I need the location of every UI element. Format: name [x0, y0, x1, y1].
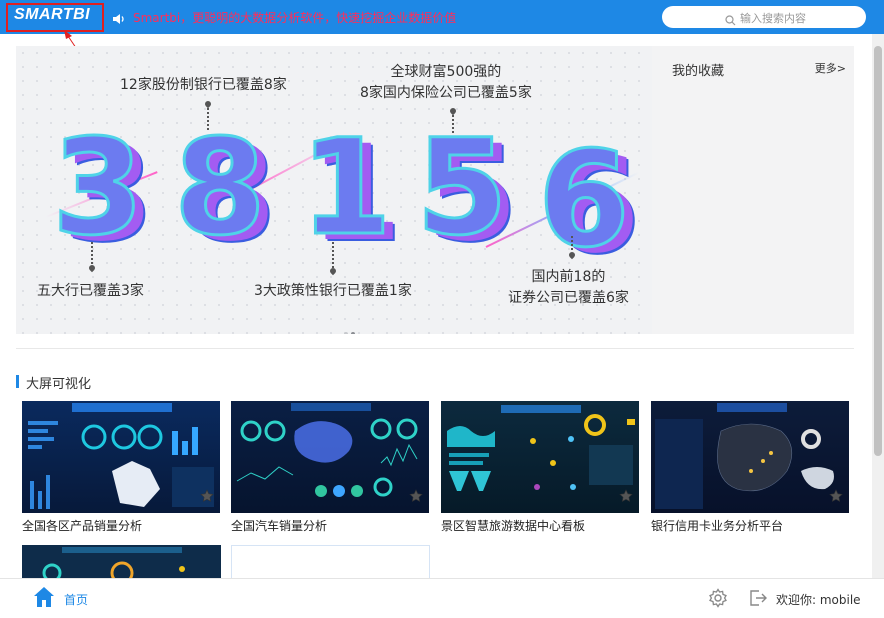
search-input[interactable]: 输入搜索内容 — [662, 6, 866, 28]
annotation-securities-line2: 证券公司已覆盖6家 — [508, 290, 629, 306]
dotted-connector — [91, 242, 93, 264]
favorites-panel: 我的收藏 更多> — [652, 46, 854, 334]
dashboard-card[interactable]: 景区智慧旅游数据中心看板 — [441, 401, 639, 534]
bottom-navigation: 首页 欢迎你: mobile — [0, 578, 884, 618]
annotation-big-five: 五大行已覆盖3家 — [37, 283, 144, 299]
thumbnail-graphic — [655, 403, 834, 509]
carousel-dot-active[interactable] — [351, 332, 355, 334]
dotted-connector — [332, 242, 334, 268]
thumbnail-graphic — [42, 547, 185, 585]
pin-marker — [328, 266, 338, 276]
favorite-star-icon[interactable] — [200, 488, 214, 507]
dashboard-card-partial[interactable] — [22, 545, 221, 585]
favorites-title: 我的收藏 — [672, 64, 725, 79]
annotation-insurance-line2: 8家国内保险公司已覆盖5家 — [360, 85, 532, 101]
annotation-insurance-line1: 全球财富500强的 — [390, 64, 502, 80]
section-title: 大屏可视化 — [26, 377, 92, 392]
card-thumbnail[interactable] — [651, 401, 849, 513]
announcement-text: Smartbi，更聪明的大数据分析软件，快速挖掘企业数据价值 — [133, 11, 457, 25]
dotted-connector — [207, 108, 209, 130]
card-title[interactable]: 全国汽车销量分析 — [231, 517, 429, 534]
thumbnail-graphic — [236, 403, 418, 497]
big-digit: 5 — [415, 111, 510, 265]
dotted-connector — [452, 115, 454, 133]
scrollbar-thumb[interactable] — [874, 46, 882, 456]
annotation-securities-line1: 国内前18的 — [531, 269, 606, 285]
card-title[interactable]: 全国各区产品销量分析 — [22, 517, 220, 534]
big-digit: 8 — [173, 111, 268, 265]
card-thumbnail[interactable] — [231, 401, 429, 513]
section-accent-bar — [16, 375, 19, 388]
section-divider — [16, 348, 854, 349]
search-icon — [725, 11, 736, 30]
search-placeholder: 输入搜索内容 — [740, 12, 806, 25]
card-title[interactable]: 景区智慧旅游数据中心看板 — [441, 517, 639, 534]
card-title[interactable]: 银行信用卡业务分析平台 — [651, 517, 849, 534]
card-thumbnail[interactable] — [22, 401, 220, 513]
favorite-star-icon[interactable] — [829, 488, 843, 507]
gear-icon[interactable] — [708, 588, 728, 612]
logout-icon[interactable] — [748, 588, 768, 612]
favorite-star-icon[interactable] — [409, 488, 423, 507]
favorites-more-link[interactable]: 更多> — [815, 60, 846, 76]
annotation-joint-stock-banks: 12家股份制银行已覆盖8家 — [120, 77, 287, 93]
top-bar: SMARTBI Smartbi，更聪明的大数据分析软件，快速挖掘企业数据价值 输… — [0, 0, 884, 34]
big-digit: 3 — [51, 111, 146, 265]
dashboard-card-placeholder — [231, 545, 430, 578]
thumbnail-graphic — [28, 403, 214, 509]
dotted-connector — [571, 236, 573, 250]
big-digit: 1 — [299, 111, 394, 265]
welcome-user-text: 欢迎你: mobile — [776, 593, 861, 607]
carousel-indicator[interactable] — [344, 321, 358, 334]
favorite-star-icon[interactable] — [619, 488, 633, 507]
thumbnail-graphic — [447, 405, 635, 491]
smartbi-logo[interactable]: SMARTBI — [14, 6, 90, 24]
dashboard-card[interactable]: 全国汽车销量分析 — [231, 401, 429, 534]
home-icon[interactable] — [33, 586, 55, 612]
banner-carousel[interactable]: 3 8 1 5 6 12家股份制银行已覆盖8家 全球财富500强的 8家国内保险… — [16, 46, 854, 334]
speaker-icon — [112, 10, 126, 29]
home-nav-label[interactable]: 首页 — [64, 591, 88, 608]
carousel-dot[interactable] — [344, 332, 348, 334]
annotation-policy-banks: 3大政策性银行已覆盖1家 — [254, 283, 412, 299]
big-digit: 6 — [537, 123, 632, 277]
pin-marker — [87, 263, 97, 273]
dashboard-card[interactable]: 银行信用卡业务分析平台 — [651, 401, 849, 534]
pin-marker — [203, 99, 213, 109]
card-thumbnail[interactable] — [441, 401, 639, 513]
annotation-securities: 国内前18的 证券公司已覆盖6家 — [508, 267, 629, 309]
dashboard-card[interactable]: 全国各区产品销量分析 — [22, 401, 220, 534]
annotation-insurance: 全球财富500强的 8家国内保险公司已覆盖5家 — [360, 62, 532, 104]
